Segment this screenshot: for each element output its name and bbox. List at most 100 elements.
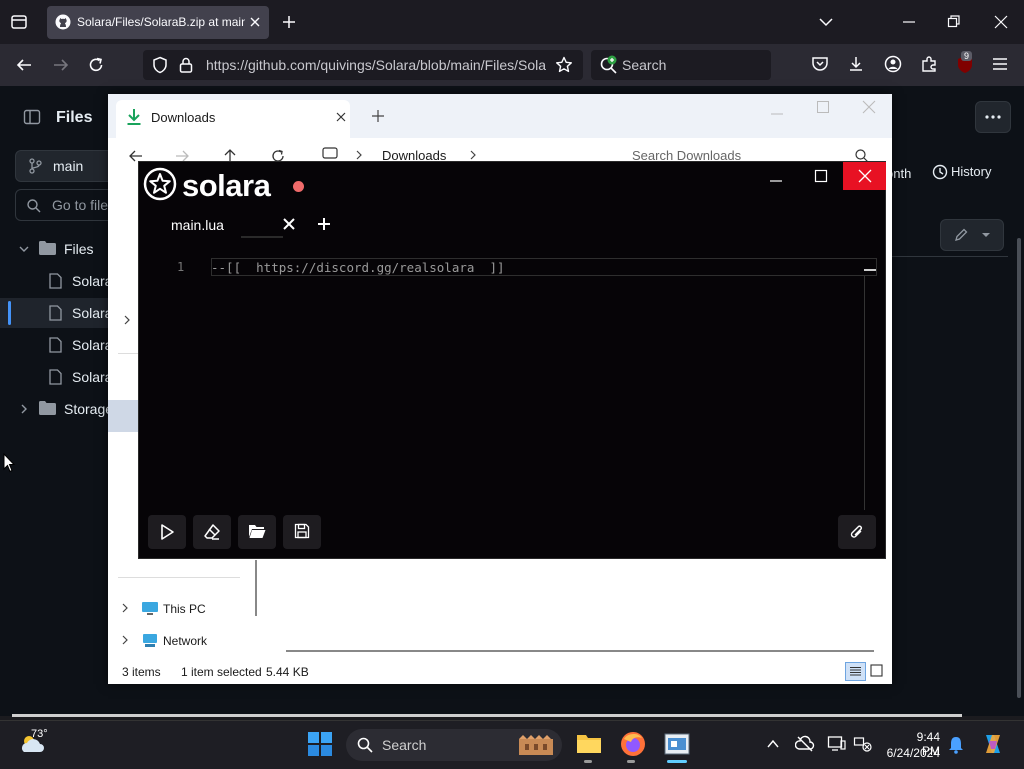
add-tab-icon[interactable] [318,218,330,230]
ublock-icon[interactable]: 9 [955,51,975,75]
tab-underline [241,236,283,238]
tiles-view-button[interactable] [870,664,883,677]
firefox-taskbar-icon[interactable] [620,731,646,757]
maximize-icon[interactable] [814,169,828,183]
edit-file-button[interactable] [940,219,1004,251]
back-icon[interactable] [15,56,33,74]
code-editor[interactable]: --[[ https://discord.gg/realsolara ]] [211,260,505,275]
menu-icon[interactable] [991,56,1009,72]
minimize-icon[interactable] [769,174,783,188]
selected-indicator [8,301,11,325]
nav-pane-scrollbar[interactable] [255,560,257,616]
tree-item-label[interactable]: Solara [72,305,112,321]
lock-icon[interactable] [178,56,194,74]
taskbar-search[interactable]: Search [346,729,562,761]
tree-item-label[interactable]: Solara [72,273,112,289]
close-tab-icon[interactable] [335,111,347,123]
collapse-sidebar-button[interactable] [15,101,49,133]
close-button[interactable] [843,162,886,190]
search-bar[interactable]: Search [591,50,771,80]
list-all-tabs-icon[interactable] [10,13,28,31]
clock-date[interactable]: 6/24/2024 [882,746,940,760]
history-button[interactable]: History [924,157,1000,187]
close-tab-icon[interactable] [247,14,263,30]
chevron-down-icon[interactable] [18,243,30,255]
browser-tab[interactable]: Solara/Files/SolaraB.zip at main [47,6,269,39]
chevron-up-icon[interactable] [766,737,780,751]
divider [892,256,1008,257]
file-icon [49,273,62,289]
minimize-icon[interactable] [770,107,784,121]
nav-item-this-pc[interactable]: This PC [163,602,206,616]
chevron-right-icon[interactable] [120,602,130,614]
tree-item-label[interactable]: Storage [64,401,113,417]
chevron-down-icon[interactable] [818,14,834,30]
page-horizontal-scrollbar[interactable] [12,714,962,717]
editor-scrollbar[interactable] [864,276,865,510]
horizontal-scrollbar[interactable] [286,650,874,652]
file-explorer-taskbar-icon[interactable] [576,732,602,754]
more-options-button[interactable] [975,101,1011,133]
new-tab-icon[interactable] [371,109,385,123]
browser-tab-title: Solara/Files/SolaraB.zip at main [77,15,245,29]
tree-item-label[interactable]: Solara [72,369,112,385]
close-window-icon[interactable] [993,14,1009,30]
pocket-icon[interactable] [811,55,829,73]
solara-taskbar-icon[interactable] [664,731,690,757]
windows-start-icon[interactable] [307,731,333,757]
shield-icon[interactable] [151,56,169,74]
display-icon[interactable] [827,735,847,753]
attach-button[interactable] [838,515,876,549]
go-to-file-placeholder: Go to file [52,197,109,213]
folder-icon [39,241,56,255]
editor-tab[interactable]: main.lua [161,210,301,240]
nav-pane-selected-item[interactable] [108,400,138,432]
folder-icon [39,401,56,415]
minimize-icon[interactable] [902,14,916,30]
open-file-button[interactable] [238,515,276,549]
page-scrollbar[interactable] [1017,238,1021,698]
file-icon [49,337,62,353]
new-tab-icon[interactable] [281,14,297,30]
downloads-icon[interactable] [847,55,865,73]
explorer-tab[interactable]: Downloads [116,100,350,138]
tree-item-label[interactable]: Solara [72,337,112,353]
nav-item-network[interactable]: Network [163,634,207,648]
history-label: History [951,164,992,179]
divider [118,577,240,578]
solara-window: solara main.lua 1 --[[ https://discord.g… [138,161,886,559]
divider [118,353,138,354]
branch-name: main [53,158,84,174]
bookmark-star-icon[interactable] [555,56,573,74]
maximize-icon[interactable] [816,100,830,114]
extensions-icon[interactable] [920,55,938,73]
active-indicator [667,760,687,763]
url-bar[interactable]: https://github.com/quivings/Solara/blob/… [143,50,583,80]
url-text[interactable]: https://github.com/quivings/Solara/blob/… [206,57,546,73]
restore-icon[interactable] [947,14,961,30]
status-dot [293,181,304,192]
onedrive-icon[interactable] [795,735,815,753]
network-status-icon[interactable] [853,735,873,753]
chevron-right-icon[interactable] [122,314,132,326]
forward-icon[interactable] [52,56,70,74]
chevron-right-icon [354,150,364,160]
close-tab-icon[interactable] [283,218,295,230]
account-icon[interactable] [884,55,902,73]
notification-bell-icon[interactable] [948,736,964,754]
line-number: 1 [177,260,185,274]
search-placeholder: Search [622,57,667,73]
save-button[interactable] [283,515,321,549]
chevron-right-icon[interactable] [120,634,130,646]
chevron-right-icon[interactable] [18,403,30,415]
chevron-right-icon [468,150,478,160]
details-view-button[interactable] [845,662,866,681]
search-engine-icon [599,55,619,75]
copilot-icon[interactable] [980,731,1006,757]
execute-button[interactable] [148,515,186,549]
minimap-slider[interactable] [864,269,876,271]
clear-button[interactable] [193,515,231,549]
reload-icon[interactable] [87,56,105,74]
close-window-icon[interactable] [862,100,876,114]
tree-item-label[interactable]: Files [64,241,94,257]
